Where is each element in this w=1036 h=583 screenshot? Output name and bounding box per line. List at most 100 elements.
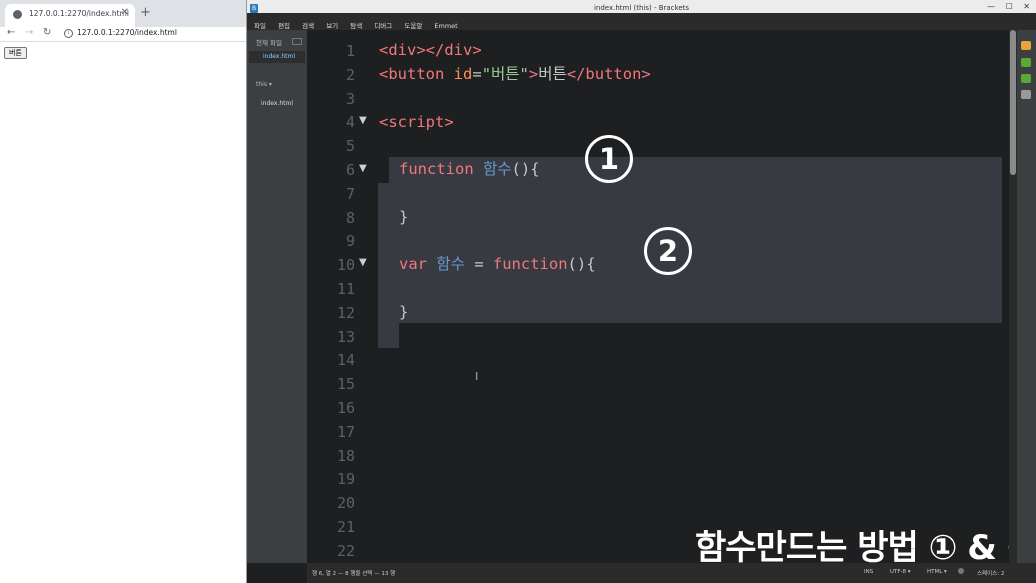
working-file-label: index.html	[263, 53, 295, 60]
code-token: 함수	[483, 160, 512, 178]
working-files-header: 현재 파일	[256, 39, 282, 47]
code-token: (){	[511, 160, 540, 178]
code-token: <div>	[379, 41, 426, 59]
sidebar: 현재 파일 index.html this ▾ index.html	[247, 30, 307, 563]
code-token: <button	[379, 65, 445, 83]
working-file-item[interactable]: index.html	[249, 51, 305, 63]
live-preview-icon[interactable]	[1021, 41, 1031, 50]
code-token: id	[453, 65, 473, 83]
line-number: 1	[345, 42, 355, 60]
code-token: </button>	[566, 65, 651, 83]
code-token: var	[399, 255, 427, 273]
line-number: 17	[336, 422, 355, 441]
text-cursor-icon: I	[475, 370, 479, 383]
code-line-10: var 함수 = function(){	[399, 254, 596, 274]
extension-manager-icon[interactable]	[1021, 58, 1031, 67]
code-line-2: <button id="버튼">버튼</button>	[379, 64, 651, 84]
close-window-icon[interactable]: ✕	[1023, 2, 1030, 11]
code-line-12: }	[399, 302, 408, 322]
code-line-4: <script>	[379, 112, 454, 132]
code-token: </div>	[425, 41, 482, 59]
maximize-icon[interactable]: ☐	[1006, 2, 1013, 11]
site-info-icon[interactable]: i	[64, 29, 73, 38]
line-number: 2	[345, 65, 355, 84]
menu-bar: 파일 편집 검색 보기 탐색 디버그 도움말 Emmet	[247, 13, 1036, 30]
annotation-circle-1: 1	[585, 135, 633, 183]
code-token: function	[399, 160, 474, 178]
project-dropdown[interactable]: this ▾	[256, 81, 272, 88]
code-token: "버튼"	[481, 65, 529, 83]
fold-marker-icon[interactable]: ▼	[359, 256, 367, 270]
code-line-6: function 함수(){	[399, 159, 540, 179]
annotation-circle-2: 2	[644, 227, 692, 275]
browser-tab[interactable]: 127.0.0.1:2270/index.html ✕	[5, 4, 135, 27]
code-token: <script>	[379, 113, 454, 131]
brackets-window: B index.html (this) - Brackets — ☐ ✕ 파일 …	[247, 0, 1036, 583]
code-line-8: }	[399, 207, 408, 227]
code-token: }	[399, 303, 409, 321]
code-editor[interactable]: 1 2 3 4 5 6 7 8 9 10 11 12 13 14 15 16 17 18 19 20 21 22 ▼ ▼ …	[307, 30, 1009, 563]
new-tab-button[interactable]: +	[140, 5, 151, 20]
line-number: 6	[345, 161, 355, 179]
globe-icon	[13, 10, 22, 19]
line-number: 8	[345, 208, 355, 227]
line-number: 15	[336, 375, 355, 394]
fold-marker-icon[interactable]: ▼	[359, 162, 367, 176]
forward-icon[interactable]: →	[25, 27, 33, 39]
line-number: 11	[336, 280, 355, 298]
scrollbar-thumb[interactable]	[1010, 30, 1016, 175]
code-token: >	[528, 65, 539, 83]
line-number: 14	[336, 351, 355, 370]
line-number: 20	[336, 494, 355, 513]
line-number: 18	[336, 446, 355, 465]
line-number: 21	[336, 518, 355, 536]
right-toolbar	[1017, 30, 1036, 563]
browser-window: 127.0.0.1:2270/index.html ✕ + ← → ↻ i 12…	[0, 0, 247, 583]
code-line-1: <div></div>	[379, 40, 482, 60]
line-number: 13	[336, 327, 355, 346]
code-token: }	[399, 208, 409, 226]
browser-tab-strip: 127.0.0.1:2270/index.html ✕ +	[0, 0, 246, 27]
selection-highlight	[389, 323, 399, 348]
selection-highlight	[378, 183, 389, 348]
cursor-position: 행 6, 열 2 — 8 행을 선택 — 13 행	[312, 571, 396, 577]
line-number: 10	[336, 256, 355, 275]
line-number: 16	[336, 399, 355, 417]
encoding-select[interactable]: UTF-8 ▾	[890, 569, 911, 575]
close-tab-icon[interactable]: ✕	[121, 7, 129, 18]
line-number: 4	[345, 113, 355, 132]
code-token: =	[464, 255, 493, 273]
selection-highlight	[389, 157, 1002, 323]
code-token: 함수	[436, 255, 465, 273]
line-number: 7	[345, 184, 355, 203]
code-token: 버튼	[538, 65, 567, 83]
code-token: (){	[567, 255, 596, 273]
linter-status-icon[interactable]	[958, 568, 964, 574]
vertical-scrollbar[interactable]	[1009, 30, 1017, 563]
line-number: 22	[336, 541, 355, 560]
status-bar: 행 6, 열 2 — 8 행을 선택 — 13 행 INS UTF-8 ▾ HT…	[307, 563, 1036, 583]
reload-icon[interactable]: ↻	[43, 27, 51, 39]
minimize-icon[interactable]: —	[987, 2, 995, 11]
line-number: 5	[345, 137, 355, 156]
browser-toolbar: ← → ↻ i 127.0.0.1:2270/index.html	[0, 27, 246, 41]
line-number: 9	[345, 232, 355, 251]
toolbar-divider	[0, 41, 246, 42]
insert-mode[interactable]: INS	[864, 569, 873, 575]
line-number: 3	[345, 89, 355, 108]
window-controls: — ☐ ✕	[979, 2, 1030, 11]
line-number: 19	[336, 470, 355, 489]
code-token: function	[492, 255, 568, 273]
indent-setting[interactable]: 스페이스: 2	[977, 569, 1004, 577]
line-number: 12	[336, 303, 355, 322]
project-file-item[interactable]: index.html	[261, 100, 293, 107]
extension-icon[interactable]	[1021, 74, 1031, 83]
fold-marker-icon[interactable]: ▼	[359, 114, 367, 128]
window-title: index.html (this) - Brackets	[593, 4, 690, 12]
back-icon[interactable]: ←	[7, 27, 15, 39]
page-button[interactable]: 버튼	[4, 47, 27, 59]
address-bar[interactable]: 127.0.0.1:2270/index.html	[77, 28, 177, 37]
language-select[interactable]: HTML ▾	[927, 569, 947, 575]
tools-icon[interactable]	[1021, 90, 1031, 99]
split-view-icon[interactable]	[292, 38, 302, 45]
